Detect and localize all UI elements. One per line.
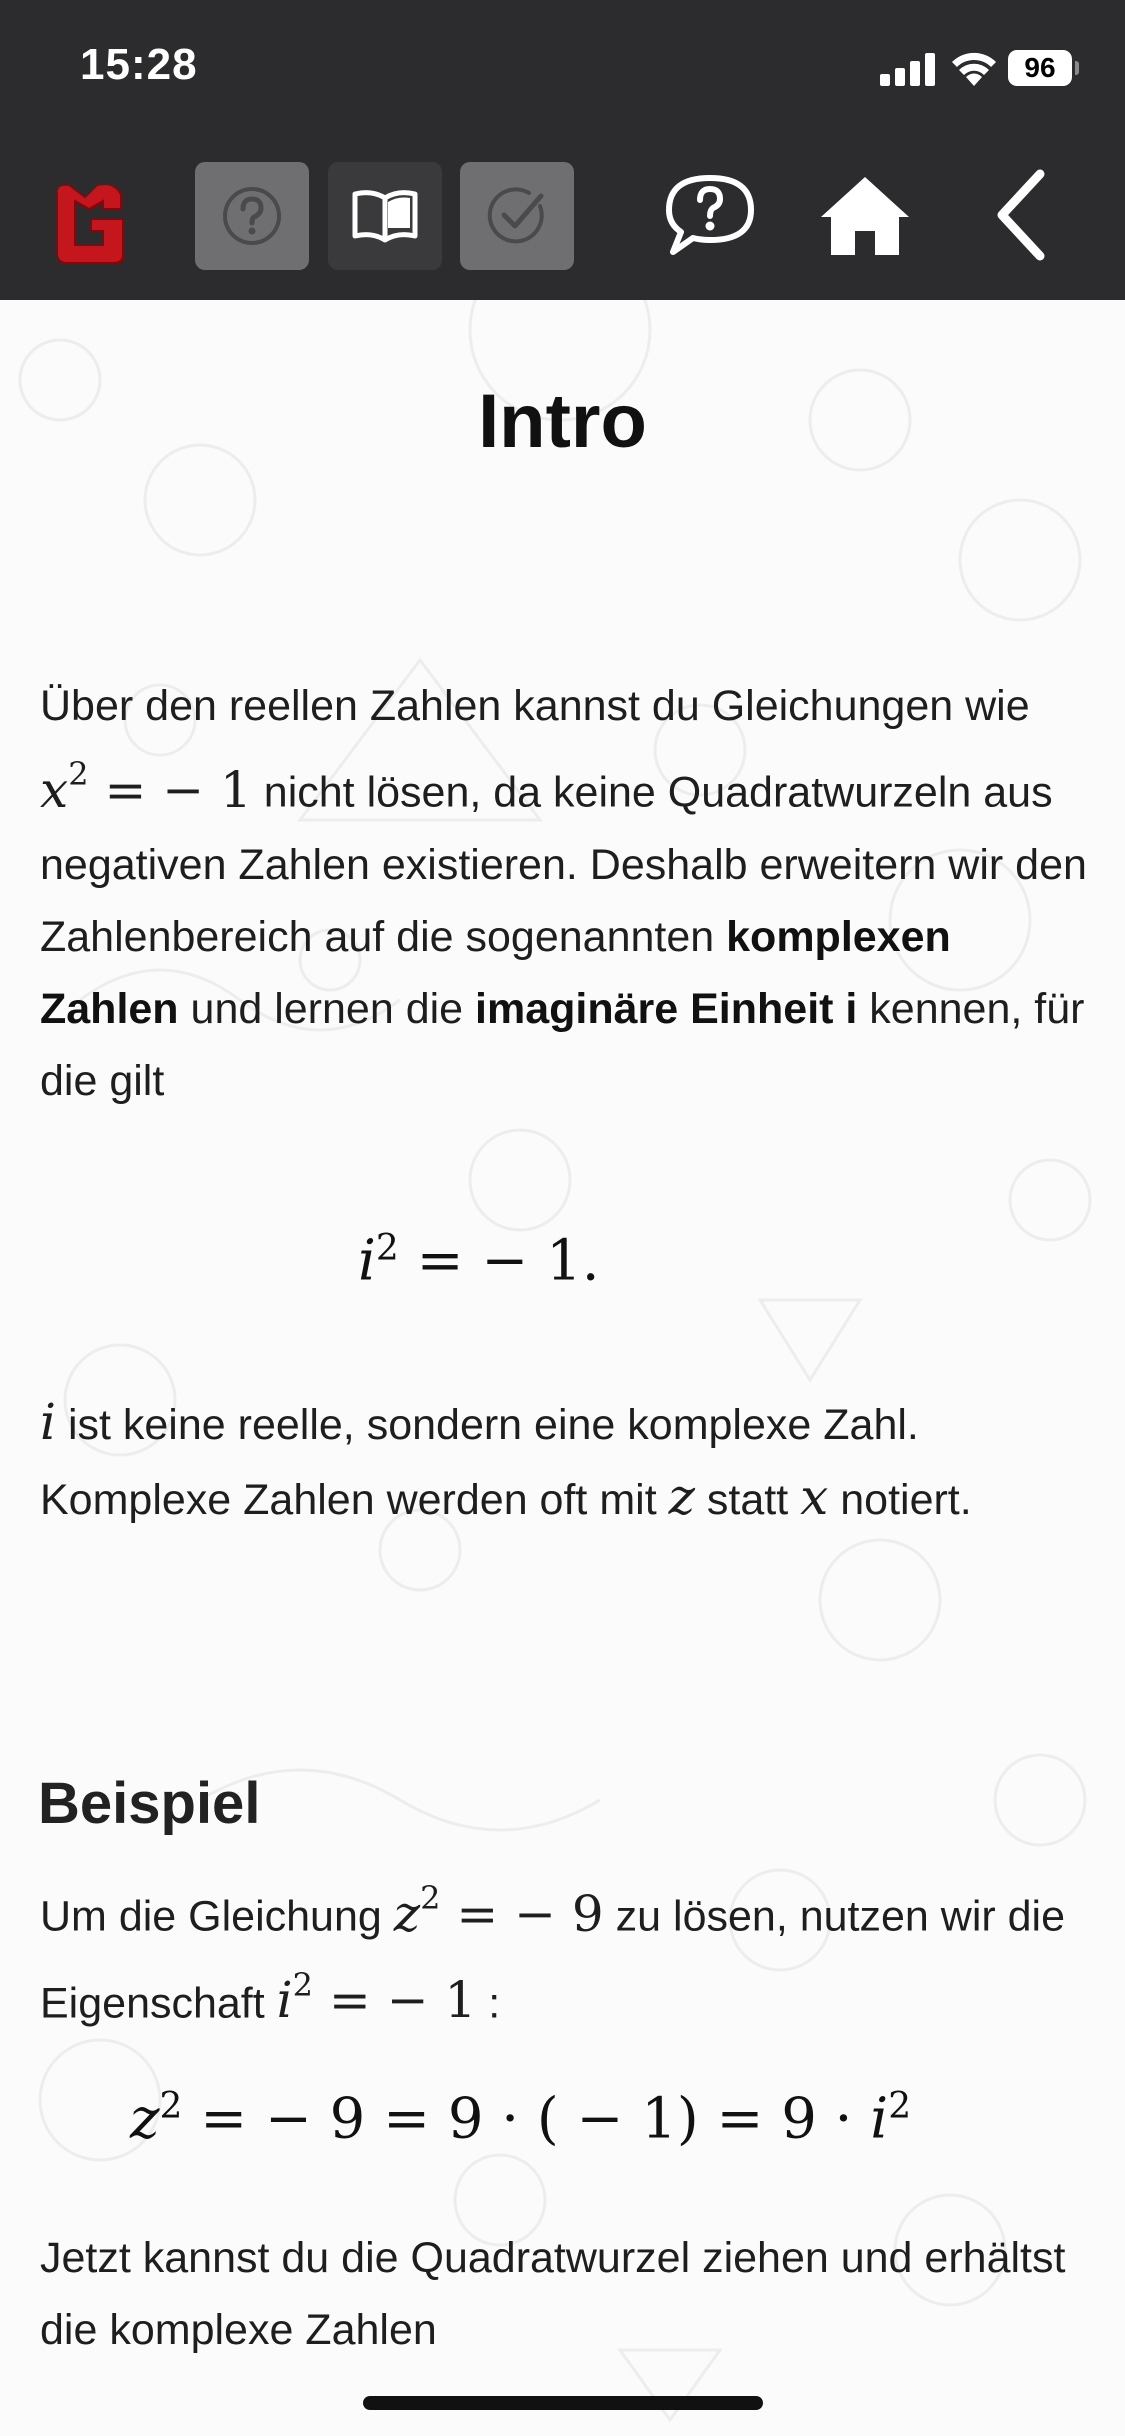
math-inline: x2 = − 1	[40, 755, 252, 819]
example-paragraph: Um die Gleichung z2 = − 9 zu lösen, nutz…	[40, 1879, 1066, 2030]
example-heading: Beispiel	[38, 1771, 261, 1836]
hint-button[interactable]	[195, 162, 309, 270]
cellular-signal-icon	[880, 52, 936, 86]
home-button[interactable]	[815, 165, 915, 265]
conclusion-paragraph: Jetzt kannst du die Quadratwurzel ziehen…	[40, 2234, 1066, 2354]
status-bar: 15:28 96	[0, 0, 1125, 135]
theory-button[interactable]	[328, 162, 442, 270]
open-book-icon	[352, 190, 418, 243]
status-time: 15:28	[80, 40, 198, 89]
check-button[interactable]	[460, 162, 574, 270]
app-toolbar	[0, 135, 1125, 300]
home-icon	[821, 177, 909, 255]
home-indicator-bar[interactable]	[363, 2396, 763, 2410]
lesson-content[interactable]: Intro Über den reellen Zahlen kannst du …	[0, 300, 1125, 2436]
chevron-left-icon	[997, 169, 1045, 261]
wifi-icon	[950, 48, 998, 88]
back-button[interactable]	[980, 165, 1060, 265]
question-speech-bubble-icon	[666, 175, 754, 255]
page-title: Intro	[478, 379, 647, 464]
help-chat-button[interactable]	[660, 165, 760, 265]
formula-z-squared: z2 = − 9 = 9 · ( − 1) = 9 · i2	[130, 2086, 912, 2152]
battery-indicator: 96	[1008, 50, 1079, 86]
checkmark-circle-icon	[487, 187, 544, 244]
complex-number-paragraph: i ist keine reelle, sondern eine komplex…	[40, 1393, 972, 1526]
mathe-logo-icon[interactable]	[45, 175, 135, 270]
question-circle-icon	[223, 187, 281, 245]
formula-i-squared: i2 = − 1.	[358, 1228, 600, 1294]
intro-paragraph: Über den reellen Zahlen kannst du Gleich…	[40, 682, 1087, 1105]
